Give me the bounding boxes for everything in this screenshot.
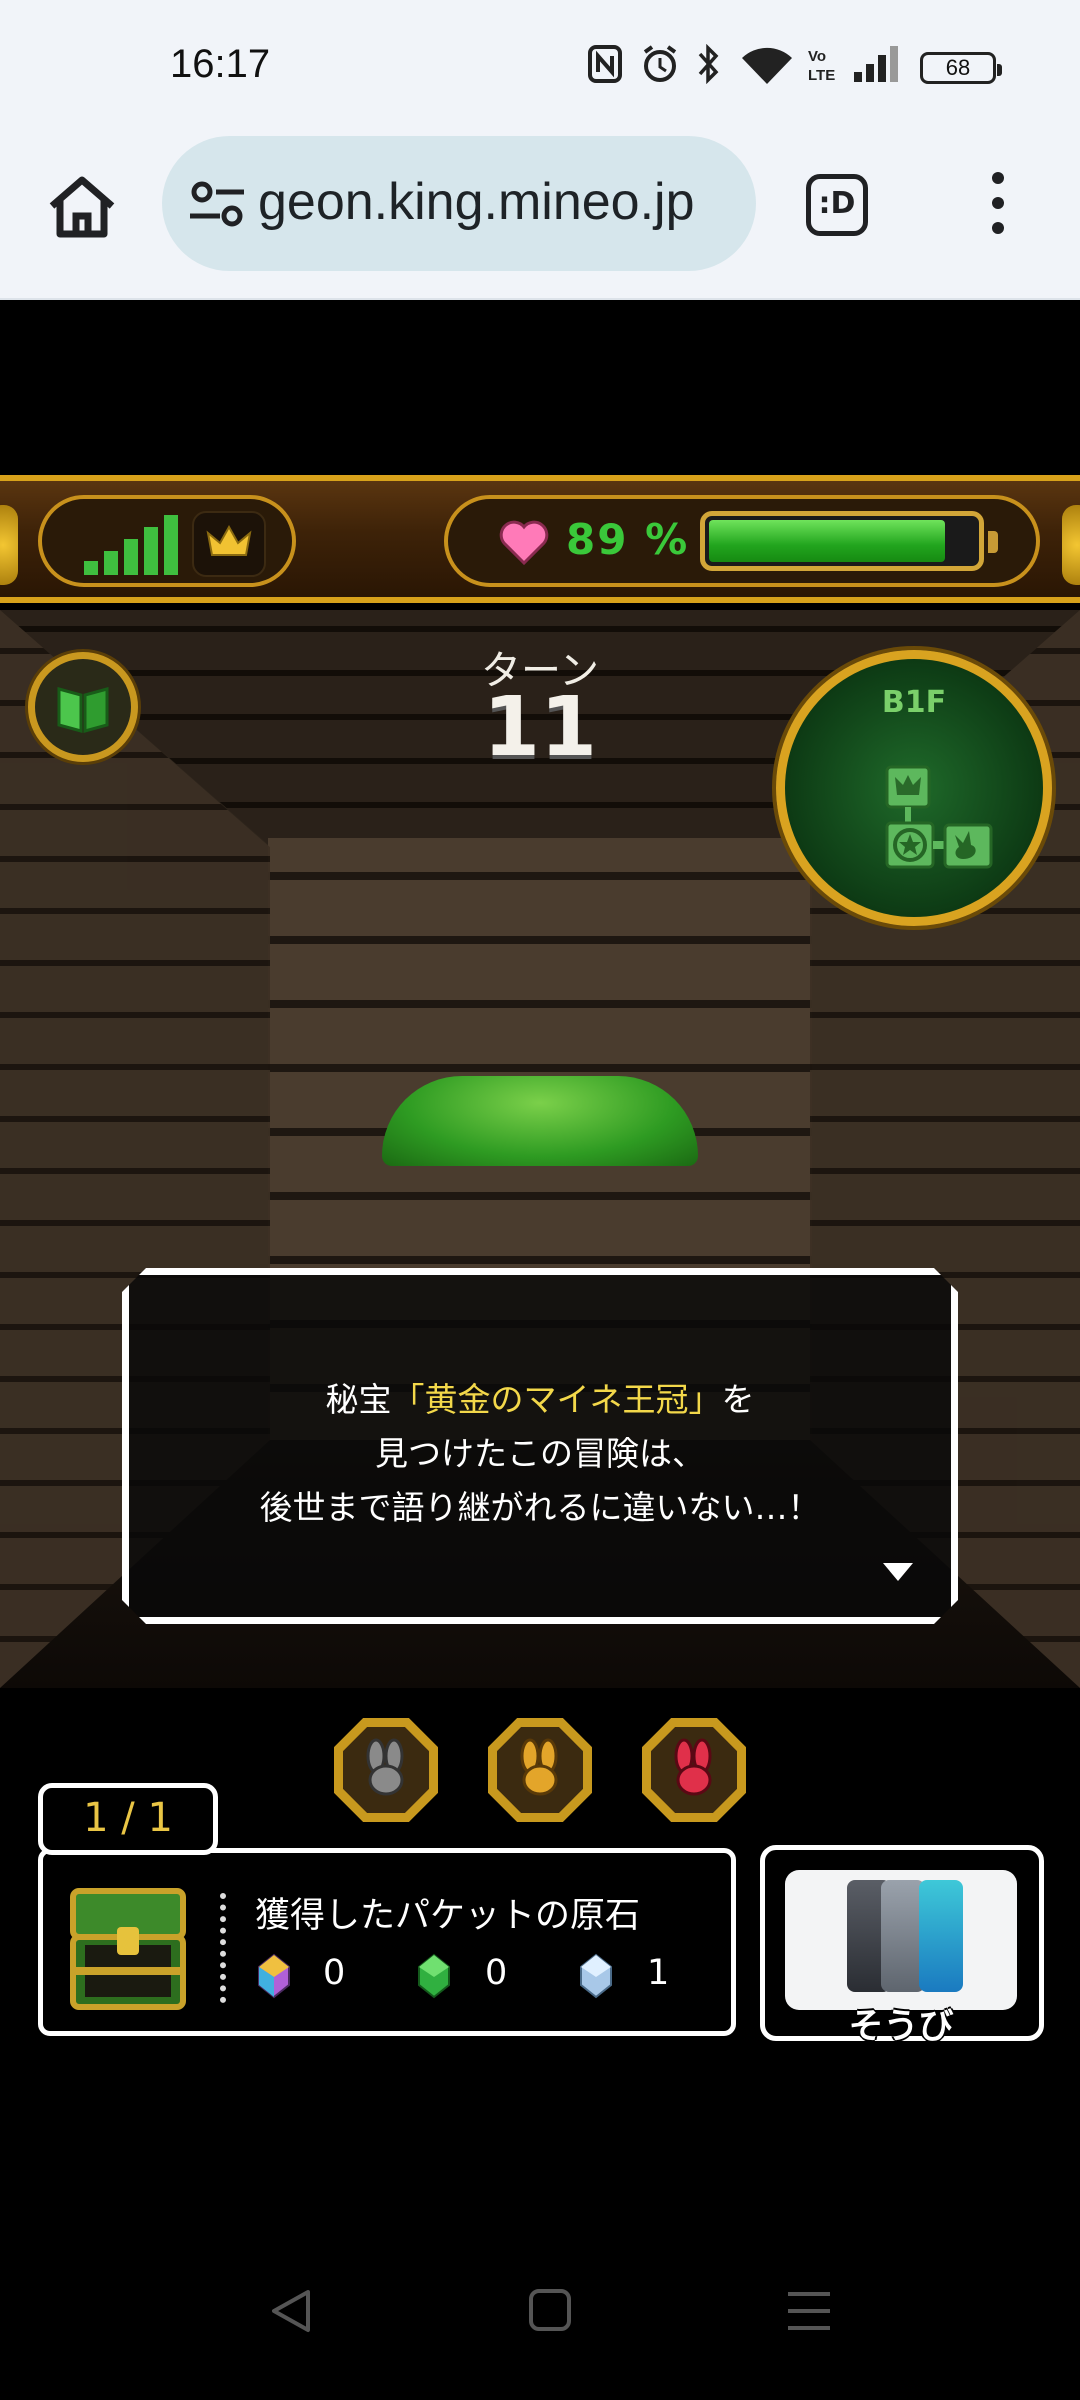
minimap-rooms [885,765,993,869]
phone-image [919,1880,963,1992]
rainbow-stone-icon [258,1953,290,1999]
red-rabbit-badge[interactable] [642,1718,746,1822]
home-nav-icon[interactable] [528,2288,572,2332]
orange-rabbit-badge[interactable] [488,1718,592,1822]
hud-ornament [0,505,18,585]
rainbow-stone-count: 0 [323,1953,346,1993]
system-nav-bar [0,2190,1080,2400]
green-treasure-pedestal [382,1076,698,1166]
equip-label: そうび [848,2007,954,2047]
signal-icon [854,46,898,82]
hp-bar-fill [709,520,945,562]
hp-bar [700,511,984,571]
status-bar: 16:17 Vo LTE 68 [0,0,1080,130]
equip-button[interactable]: そうび [760,1845,1044,2047]
gray-rabbit-badge[interactable] [334,1718,438,1822]
signal-strength-icon [84,515,178,575]
crown-icon [192,511,266,577]
heart-icon [499,520,549,566]
equip-image [785,1870,1017,2010]
home-icon[interactable] [42,168,122,248]
svg-text:Vo: Vo [808,48,826,65]
stones-panel[interactable]: 獲得したパケットの原石 0 0 1 [38,1848,736,2036]
blue-stone-count: 1 [647,1953,670,1993]
hp-bar-cap [988,531,998,553]
site-settings-icon[interactable] [188,180,246,228]
alarm-icon [643,45,677,82]
minimap[interactable]: B1F [776,650,1052,926]
message-line-1: 秘宝「黄金のマイネ王冠」を [129,1373,951,1421]
svg-text:LTE: LTE [808,67,835,84]
volte-icon: Vo LTE [808,48,835,84]
game-canvas[interactable]: 89 % ターン 11 B1F 秘宝「黄金のマイネ王冠」を 見つけたこの冒険は、… [0,300,1080,2190]
hp-panel: 89 % [444,495,1040,587]
green-stone-count: 0 [485,1953,508,1993]
message-text: を [721,1380,755,1419]
back-icon[interactable] [268,2288,314,2334]
battery-indicator: 68 [920,52,1002,84]
treasure-chest-icon [70,1888,186,2010]
message-line-3: 後世まで語り継がれるに違いない…！ [259,1488,821,1527]
book-icon [57,687,109,733]
stones-title: 獲得したパケットの原石 [255,1896,641,1936]
message-line-2: 見つけたこの冒険は、 [375,1434,705,1473]
signal-panel [38,495,296,587]
status-time: 16:17 [170,42,271,86]
tab-switcher-button[interactable]: :D [806,174,868,236]
next-arrow-icon[interactable] [883,1563,913,1581]
turn-counter: 11 [482,680,598,775]
book-button[interactable] [28,652,138,762]
gray-rabbit-icon [366,1738,404,1796]
divider [220,1893,226,2003]
bluetooth-icon [698,44,719,84]
address-bar[interactable]: geon.king.mineo.jp [162,136,756,271]
floor-label: B1F [881,685,947,720]
recents-icon[interactable] [786,2288,832,2334]
treasure-counter: 1 / 1 [38,1783,218,1855]
green-stone-icon [418,1953,450,1999]
top-hud: 89 % [0,475,1080,603]
browser-menu-icon[interactable] [978,172,1018,242]
message-dialog[interactable]: 秘宝「黄金のマイネ王冠」を 見つけたこの冒険は、 後世まで語り継がれるに違いない… [122,1268,958,1624]
orange-rabbit-icon [520,1738,558,1796]
red-rabbit-icon [674,1738,712,1796]
wifi-icon [742,47,792,84]
hp-percent-text: 89 % [566,515,690,564]
browser-toolbar: geon.king.mineo.jp :D [0,130,1080,300]
blue-stone-icon [580,1953,612,1999]
treasure-name: 「黄金のマイネ王冠」 [391,1380,722,1419]
nfc-icon [588,45,622,83]
hud-ornament [1062,505,1080,585]
url-text[interactable]: geon.king.mineo.jp [258,172,695,232]
message-text: 秘宝 [325,1380,392,1419]
